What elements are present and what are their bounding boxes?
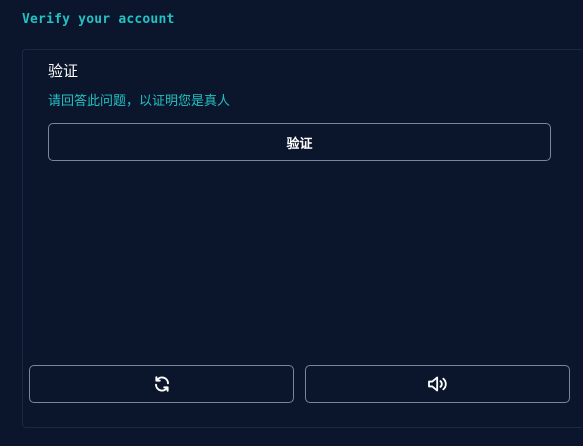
verification-panel: 验证 请回答此问题，以证明您是真人 验证 [22, 49, 582, 428]
speaker-icon [427, 375, 449, 393]
page-title: Verify your account [22, 12, 175, 27]
refresh-icon [153, 375, 171, 393]
verify-button-label: 验证 [286, 135, 313, 151]
panel-title: 验证 [48, 62, 79, 80]
panel-instructions: 请回答此问题，以证明您是真人 [48, 94, 231, 109]
verification-page: Verify your account 验证 请回答此问题，以证明您是真人 验证 [0, 0, 583, 446]
audio-button[interactable] [305, 365, 570, 403]
verify-button[interactable]: 验证 [48, 123, 551, 161]
refresh-button[interactable] [29, 365, 294, 403]
